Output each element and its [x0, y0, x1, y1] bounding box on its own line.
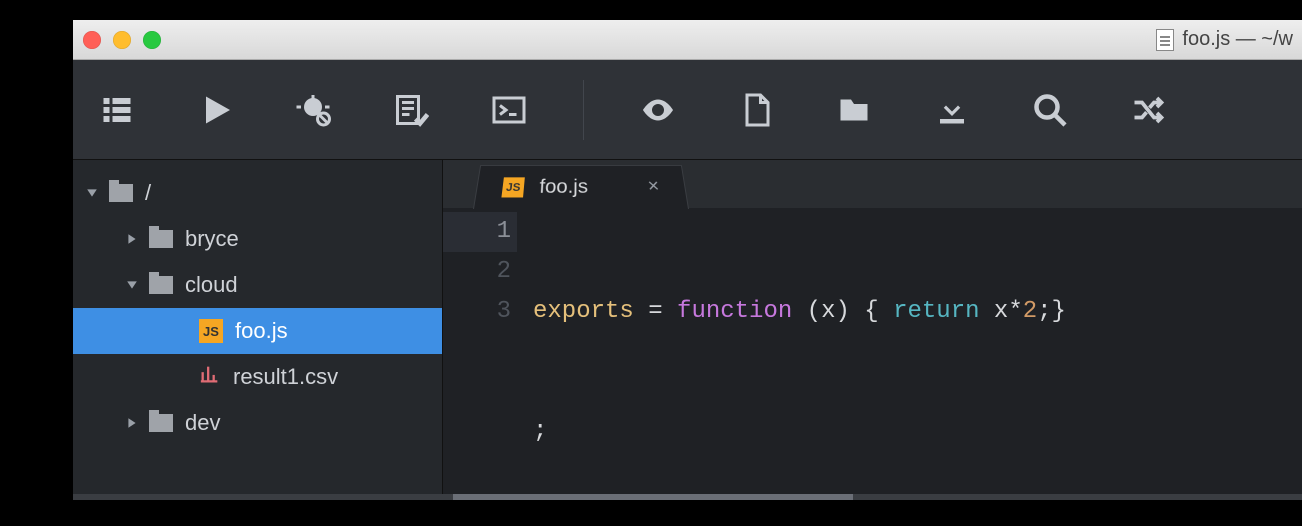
line-number: 2 [443, 252, 517, 292]
scrollbar-track[interactable] [73, 494, 1302, 500]
toolbar [73, 60, 1302, 160]
tree-item-label: cloud [185, 272, 238, 298]
zoom-window-button[interactable] [143, 31, 161, 49]
tree-item-dev[interactable]: dev [73, 400, 442, 446]
editor-tab-foo-js[interactable]: JS foo.js × [473, 165, 689, 209]
titlebar: foo.js — ~/w [73, 20, 1302, 60]
tree-root[interactable]: / [73, 170, 442, 216]
tree-item-label: bryce [185, 226, 239, 252]
shuffle-icon[interactable] [1124, 86, 1172, 134]
line-number: 1 [443, 212, 517, 252]
download-icon[interactable] [928, 86, 976, 134]
js-file-icon: JS [199, 319, 223, 343]
line-number: 3 [443, 292, 517, 332]
folder-icon [109, 184, 133, 202]
file-tree: / bryce cloud JS foo.js [73, 160, 443, 500]
tree-item-label: result1.csv [233, 364, 338, 390]
folder-icon[interactable] [830, 86, 878, 134]
preview-icon[interactable] [634, 86, 682, 134]
document-icon [1156, 29, 1174, 51]
scrollbar-thumb[interactable] [453, 494, 853, 500]
file-icon[interactable] [732, 86, 780, 134]
chevron-right-icon [123, 233, 141, 245]
line-gutter: 1 2 3 [443, 212, 533, 500]
search-icon[interactable] [1026, 86, 1074, 134]
code-content[interactable]: exports = function (x) { return x*2;} ; [533, 212, 1302, 500]
play-icon[interactable] [191, 86, 239, 134]
tree-item-foo-js[interactable]: JS foo.js [73, 308, 442, 354]
tree-item-result1-csv[interactable]: result1.csv [73, 354, 442, 400]
close-window-button[interactable] [83, 31, 101, 49]
tree-item-cloud[interactable]: cloud [73, 262, 442, 308]
chevron-down-icon [83, 187, 101, 199]
editor-tabbar: JS foo.js × [443, 160, 1302, 208]
tree-root-label: / [145, 180, 151, 206]
js-file-icon: JS [501, 177, 524, 197]
tab-filename: foo.js [539, 176, 588, 198]
folder-icon [149, 276, 173, 294]
window-title: foo.js — ~/w [1182, 28, 1293, 51]
ide-window: foo.js — ~/w [73, 20, 1302, 500]
close-tab-button[interactable]: × [647, 176, 661, 197]
tree-item-bryce[interactable]: bryce [73, 216, 442, 262]
folder-icon [149, 230, 173, 248]
main-area: / bryce cloud JS foo.js [73, 160, 1302, 500]
terminal-icon[interactable] [485, 86, 533, 134]
list-icon[interactable] [93, 86, 141, 134]
chevron-down-icon [123, 279, 141, 291]
tree-item-label: foo.js [235, 318, 288, 344]
folder-icon [149, 414, 173, 432]
code-editor[interactable]: 1 2 3 exports = function (x) { return x*… [443, 208, 1302, 500]
tree-item-label: dev [185, 410, 220, 436]
chart-icon [199, 363, 221, 391]
debug-icon[interactable] [289, 86, 337, 134]
chevron-right-icon [123, 417, 141, 429]
window-controls [83, 31, 161, 49]
toolbar-separator [583, 80, 584, 140]
editor-pane: JS foo.js × 1 2 3 exports = function (x)… [443, 160, 1302, 500]
tasks-icon[interactable] [387, 86, 435, 134]
minimize-window-button[interactable] [113, 31, 131, 49]
